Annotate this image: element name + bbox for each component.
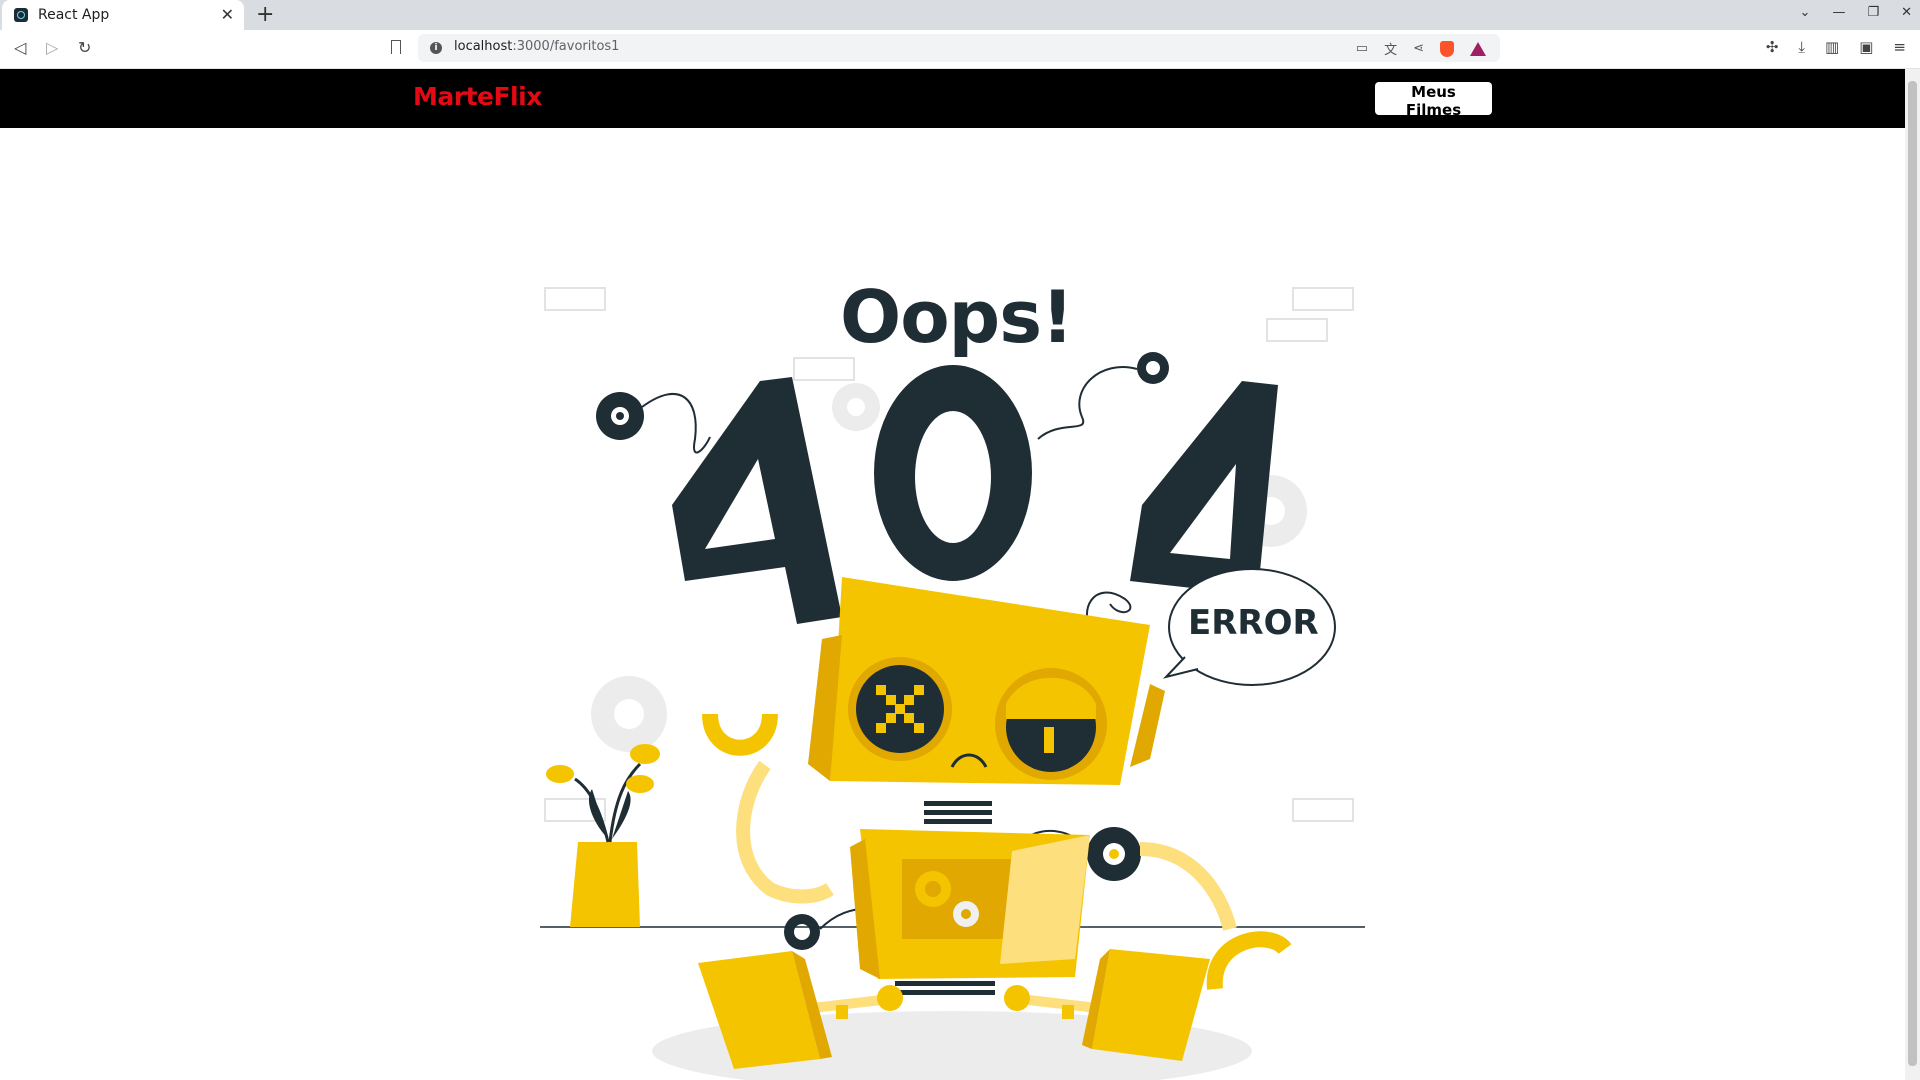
forward-icon[interactable]: ▷	[46, 38, 58, 57]
menu-icon[interactable]: ≡	[1893, 38, 1906, 56]
reload-icon[interactable]: ↻	[78, 38, 91, 57]
robot-waist	[895, 981, 995, 995]
brave-shields-icon[interactable]	[1440, 40, 1454, 57]
error-bubble-text: ERROR	[1188, 603, 1319, 643]
bookmark-icon[interactable]	[391, 40, 401, 54]
window-controls: ⌄ — ❐ ✕	[1800, 5, 1912, 20]
tab-title: React App	[38, 7, 110, 23]
browser-tab[interactable]: React App ✕	[2, 0, 244, 30]
robot-right-claw	[1206, 931, 1292, 990]
error-headline: Oops!	[840, 275, 1074, 359]
tab-list-chevron-icon[interactable]: ⌄	[1800, 5, 1811, 20]
robot-left-arm	[736, 760, 834, 904]
site-info-icon[interactable]: i	[430, 42, 442, 54]
error-404-illustration: Oops! ERROR	[530, 199, 1370, 1080]
page-scrollbar[interactable]	[1905, 69, 1920, 1080]
browser-right-tools: ✣ ⤓ ▥ ▣ ≡	[1766, 38, 1906, 56]
my-movies-button[interactable]: Meus Filmes	[1375, 82, 1492, 119]
sidebar-icon[interactable]: ▥	[1825, 38, 1839, 56]
wallet-icon[interactable]: ▣	[1859, 38, 1873, 56]
url-host: localhost	[454, 39, 513, 54]
share-icon[interactable]: ⋖	[1413, 41, 1424, 56]
browser-tabstrip: React App ✕ + ⌄ — ❐ ✕	[0, 0, 1920, 30]
url-path: :3000/favoritos1	[512, 39, 620, 54]
brave-rewards-icon[interactable]	[1470, 41, 1486, 56]
site-logo[interactable]: MarteFlix	[413, 82, 542, 111]
restore-icon[interactable]: ❐	[1867, 5, 1879, 20]
robot-head	[808, 577, 1165, 785]
new-tab-icon[interactable]: +	[256, 2, 274, 27]
tab-close-icon[interactable]: ✕	[221, 5, 234, 24]
react-favicon-icon	[14, 8, 28, 22]
downloads-icon[interactable]: ⤓	[1798, 38, 1805, 56]
address-bar[interactable]: i localhost:3000/favoritos1 ▭ 文 ⋖	[418, 34, 1500, 62]
robot-body	[850, 829, 1090, 979]
robot-neck	[924, 801, 992, 824]
robot-right-arm	[1139, 842, 1237, 931]
translate-icon[interactable]: 文	[1384, 39, 1397, 58]
plant-pot	[546, 744, 660, 927]
robot-left-claw	[702, 713, 778, 756]
browser-toolbar: ◁ ▷ ↻ i localhost:3000/favoritos1 ▭ 文 ⋖ …	[0, 30, 1920, 69]
page-viewport: MarteFlix Meus Filmes Oops! ERROR	[0, 69, 1905, 1080]
address-bar-actions: ▭ 文 ⋖	[1356, 39, 1486, 58]
scrollbar-thumb[interactable]	[1908, 81, 1917, 1066]
close-window-icon[interactable]: ✕	[1901, 5, 1912, 20]
minimize-icon[interactable]: —	[1832, 5, 1845, 20]
extensions-icon[interactable]: ✣	[1766, 38, 1779, 56]
cast-icon[interactable]: ▭	[1356, 41, 1368, 56]
url-text[interactable]: localhost:3000/favoritos1	[454, 39, 619, 54]
site-header: MarteFlix Meus Filmes	[0, 69, 1905, 128]
back-icon[interactable]: ◁	[14, 38, 26, 57]
